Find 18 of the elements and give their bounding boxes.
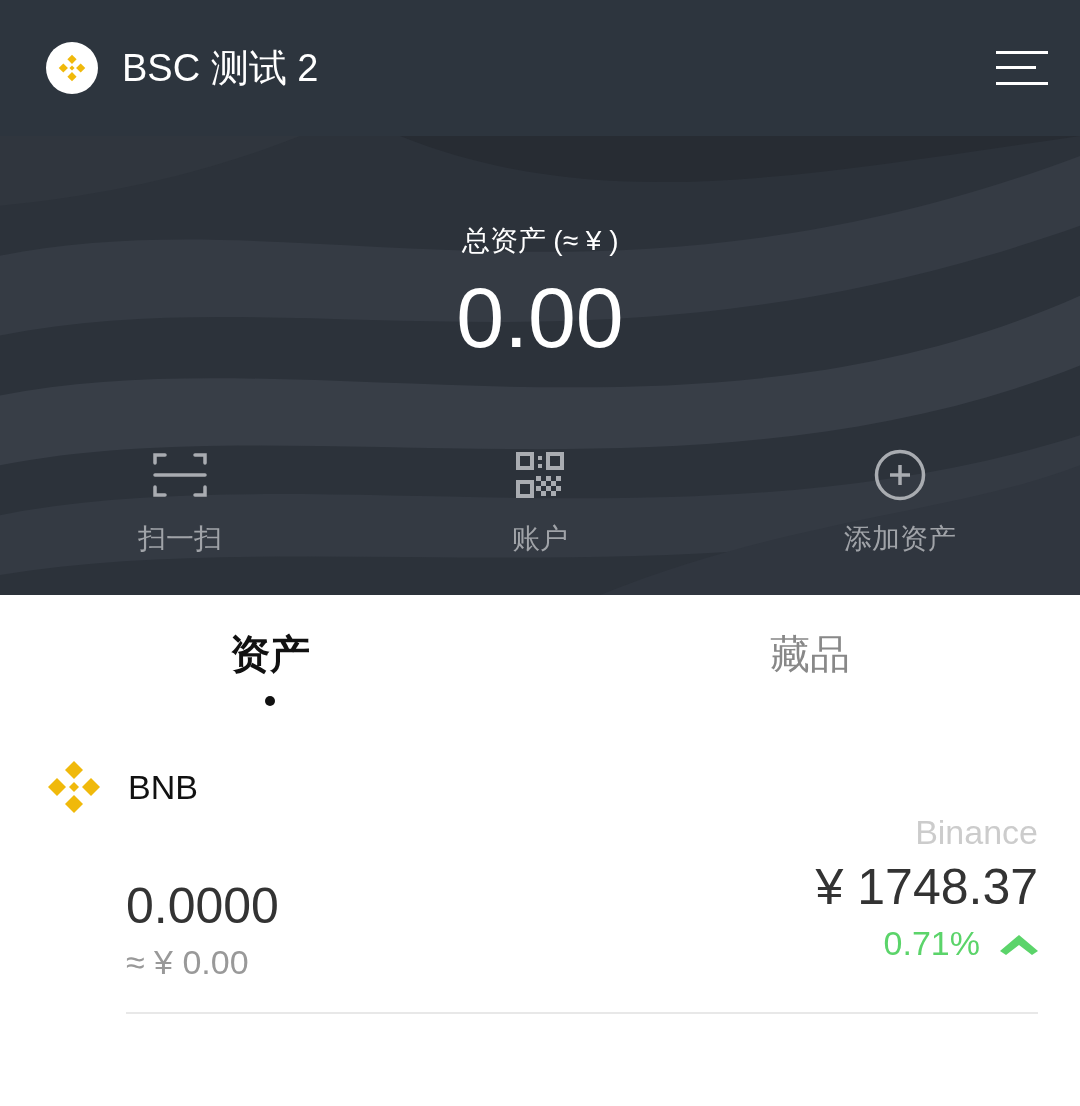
- action-button[interactable]: 账户: [420, 448, 660, 558]
- tab[interactable]: 资产: [0, 595, 540, 706]
- coin-logo-icon: [46, 42, 98, 94]
- tab[interactable]: 藏品: [540, 595, 1080, 682]
- wallet-name: BSC 测试 2: [122, 45, 320, 91]
- coin-logo-icon: [46, 759, 102, 815]
- price-change: 0.71%: [883, 924, 980, 963]
- total-assets-value: 0.00: [456, 274, 624, 360]
- add-circle-icon: [874, 448, 926, 502]
- asset-balance: 0.0000: [126, 877, 279, 935]
- asset-price: ¥ 1748.37: [815, 858, 1038, 916]
- asset-symbol: BNB: [128, 767, 198, 807]
- active-dot-icon: [265, 696, 275, 706]
- asset-fiat-value: ≈ ¥ 0.00: [126, 943, 250, 982]
- action-button[interactable]: 扫一扫: [60, 448, 300, 558]
- total-assets-label: 总资产 (≈ ¥ ): [461, 224, 619, 258]
- action-button[interactable]: 添加资产: [780, 448, 1020, 558]
- menu-button[interactable]: [996, 51, 1048, 85]
